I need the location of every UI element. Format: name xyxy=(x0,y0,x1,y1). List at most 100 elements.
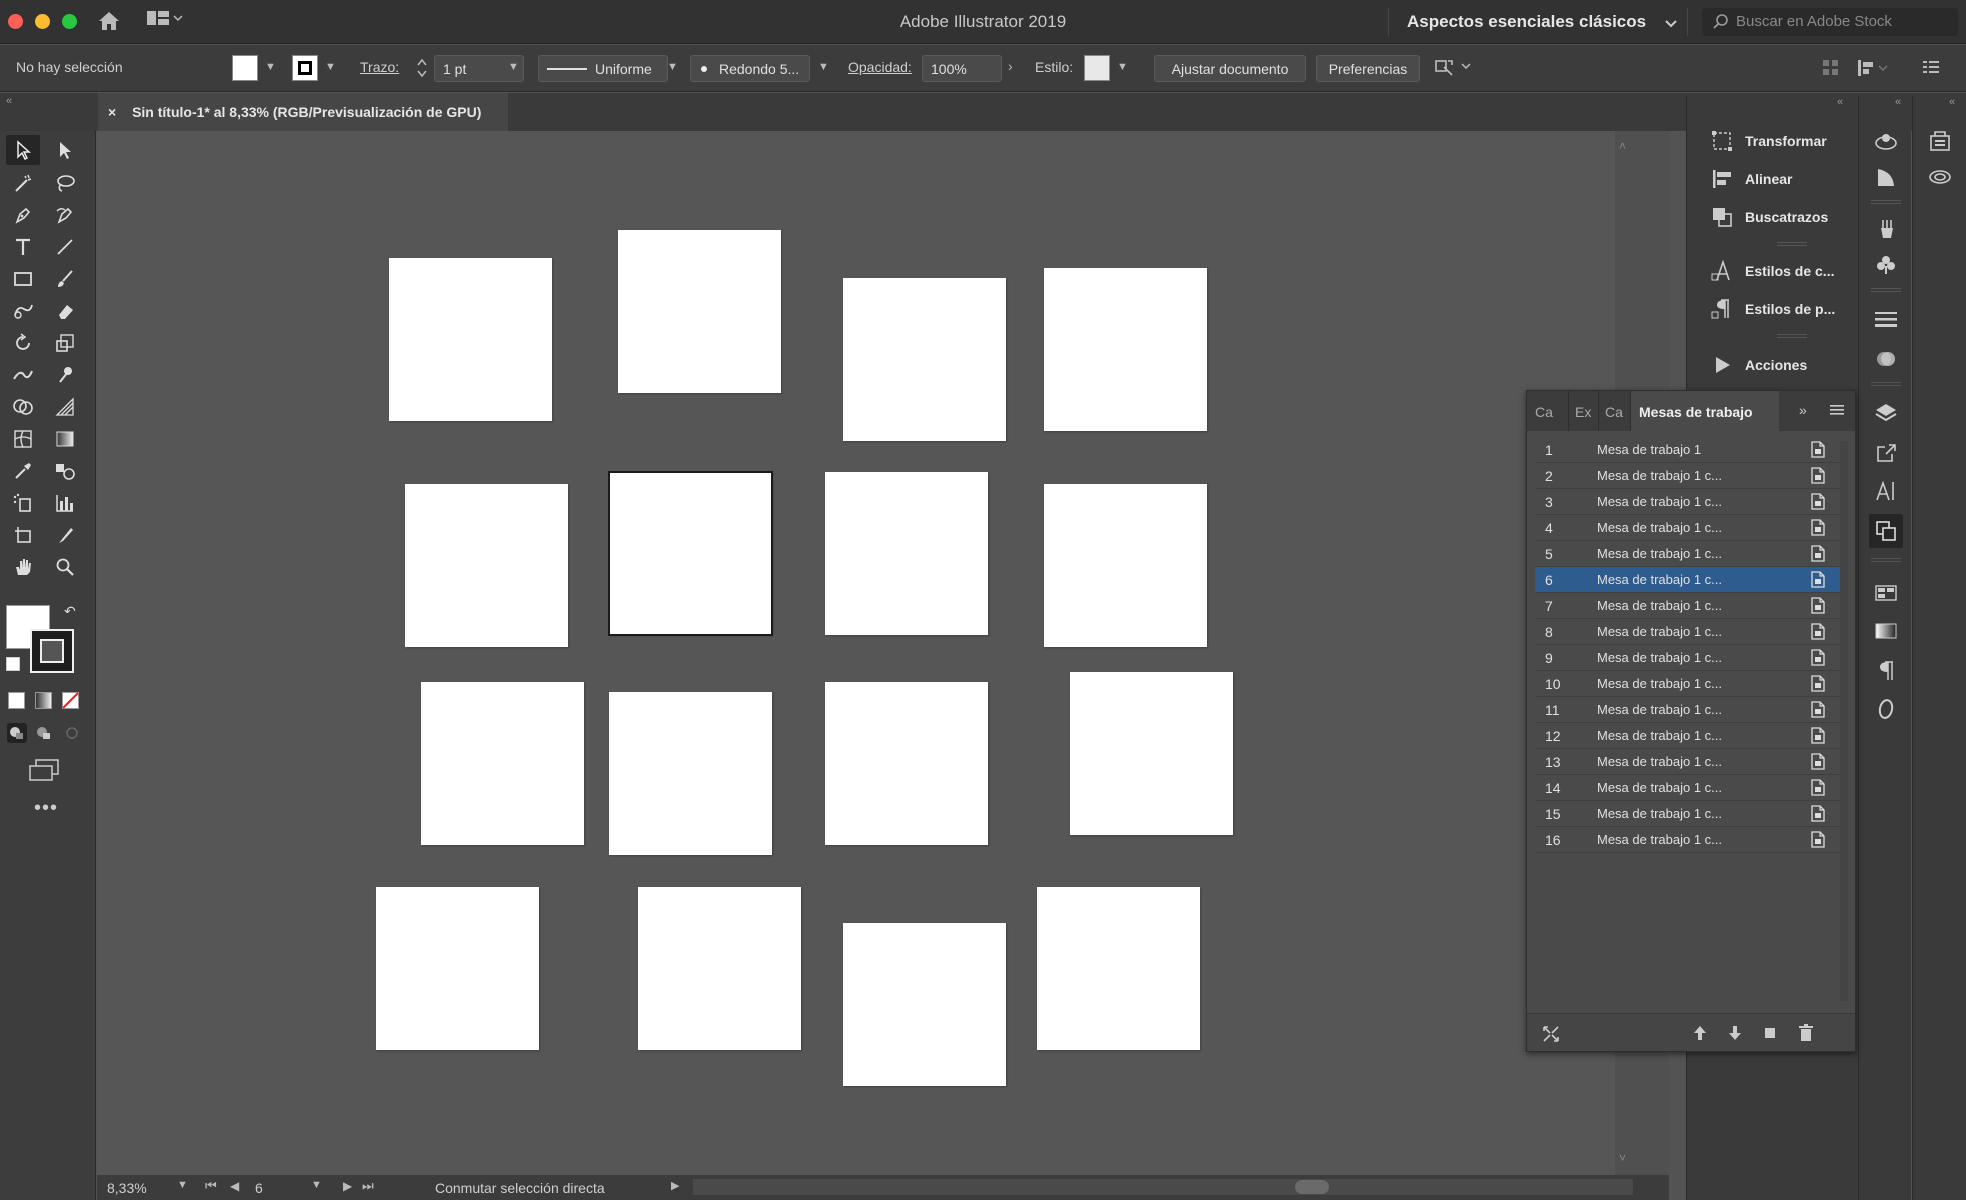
align-options-icon[interactable] xyxy=(1434,57,1474,82)
expand-panel-icon[interactable]: » xyxy=(1799,402,1807,418)
panel-menu-icon[interactable] xyxy=(1922,58,1940,79)
pathfinder-panel-button[interactable]: Buscatrazos xyxy=(1699,200,1854,234)
artboards-panel-icon[interactable] xyxy=(1869,514,1903,548)
artboard-row[interactable]: 14 Mesa de trabajo 1 c... xyxy=(1535,775,1847,801)
artboard-options-icon[interactable] xyxy=(1810,545,1826,565)
artboard[interactable] xyxy=(843,923,1006,1086)
slice-tool-icon[interactable] xyxy=(48,520,82,550)
screen-mode-icon[interactable] xyxy=(28,758,60,787)
selection-tool-icon[interactable] xyxy=(6,135,40,165)
artboard[interactable] xyxy=(618,230,781,393)
artboard-row[interactable]: 5 Mesa de trabajo 1 c... xyxy=(1535,541,1847,567)
artboard-row[interactable]: 9 Mesa de trabajo 1 c... xyxy=(1535,645,1847,671)
paintbrush-tool-icon[interactable] xyxy=(48,264,82,294)
artboard-name[interactable]: Mesa de trabajo 1 c... xyxy=(1597,754,1722,769)
puppet-warp-tool-icon[interactable] xyxy=(48,360,82,390)
eyedropper-tool-icon[interactable] xyxy=(6,456,40,486)
artboard[interactable] xyxy=(638,887,801,1050)
close-tab-icon[interactable]: × xyxy=(108,104,116,120)
scroll-thumb[interactable] xyxy=(1295,1180,1329,1194)
chevron-down-icon[interactable]: ▼ xyxy=(1117,61,1128,73)
artboard-options-icon[interactable] xyxy=(1810,727,1826,747)
scale-tool-icon[interactable] xyxy=(48,328,82,358)
artboard-row[interactable]: 4 Mesa de trabajo 1 c... xyxy=(1535,515,1847,541)
artboard-options-icon[interactable] xyxy=(1810,441,1826,461)
direct-selection-tool-icon[interactable] xyxy=(48,135,82,165)
last-artboard-icon[interactable]: ⏭ xyxy=(362,1178,374,1194)
artboard-name[interactable]: Mesa de trabajo 1 c... xyxy=(1597,468,1722,483)
chevron-down-icon[interactable]: ▼ xyxy=(311,1179,322,1191)
artboard-name[interactable]: Mesa de trabajo 1 c... xyxy=(1597,702,1722,717)
transparency-icon[interactable] xyxy=(1869,342,1903,376)
collapse-dock-icon[interactable]: « xyxy=(1949,96,1955,108)
chevron-down-icon[interactable]: ▼ xyxy=(265,61,276,73)
workspace-switcher[interactable]: Aspectos esenciales clásicos xyxy=(1388,8,1688,36)
artboard-row[interactable]: 15 Mesa de trabajo 1 c... xyxy=(1535,801,1847,827)
variable-width-profile[interactable]: Uniforme xyxy=(538,55,668,82)
graphic-style-swatch[interactable] xyxy=(1084,55,1110,81)
type-tool-icon[interactable] xyxy=(6,232,40,262)
none-mode-icon[interactable] xyxy=(62,692,79,709)
artboard[interactable] xyxy=(1044,268,1207,431)
status-menu-icon[interactable]: ▶ xyxy=(671,1179,679,1192)
artboard-name[interactable]: Mesa de trabajo 1 c... xyxy=(1597,780,1722,795)
artboard[interactable] xyxy=(825,682,988,845)
edit-toolbar-icon[interactable]: ••• xyxy=(34,797,58,820)
grid-arrange-icon[interactable] xyxy=(1822,59,1840,80)
artboard[interactable] xyxy=(825,472,988,635)
canvas[interactable]: ˄ ˅ xyxy=(97,131,1669,1175)
artboard[interactable] xyxy=(1044,484,1207,647)
rearrange-artboards-icon[interactable] xyxy=(1541,1024,1561,1049)
character-styles-panel-button[interactable]: Estilos de c... xyxy=(1699,254,1854,288)
artboard-row[interactable]: 12 Mesa de trabajo 1 c... xyxy=(1535,723,1847,749)
first-artboard-icon[interactable]: ⏮ xyxy=(205,1178,221,1194)
eraser-tool-icon[interactable] xyxy=(48,296,82,326)
artboard-row[interactable]: 16 Mesa de trabajo 1 c... xyxy=(1535,827,1847,853)
move-down-icon[interactable] xyxy=(1726,1024,1744,1047)
artboard-name[interactable]: Mesa de trabajo 1 c... xyxy=(1597,728,1722,743)
chevron-down-icon[interactable]: ▼ xyxy=(325,61,336,73)
artboard-options-icon[interactable] xyxy=(1810,623,1826,643)
tab-ca[interactable]: Ca xyxy=(1599,391,1631,431)
actions-panel-button[interactable]: Acciones xyxy=(1699,348,1854,382)
artboard-name[interactable]: Mesa de trabajo 1 c... xyxy=(1597,572,1722,587)
layers-icon[interactable] xyxy=(1869,396,1903,430)
artboard-name[interactable]: Mesa de trabajo 1 c... xyxy=(1597,676,1722,691)
artboard-options-icon[interactable] xyxy=(1810,519,1826,539)
swap-fill-stroke-icon[interactable]: ↶ xyxy=(64,603,76,620)
line-segment-tool-icon[interactable] xyxy=(48,232,82,262)
distribute-icon[interactable] xyxy=(1856,58,1890,81)
artboard-options-icon[interactable] xyxy=(1810,779,1826,799)
opentype-icon[interactable] xyxy=(1869,692,1903,726)
chevron-down-icon[interactable]: ▼ xyxy=(818,61,829,73)
gradient-panel-icon[interactable] xyxy=(1869,614,1903,648)
transform-panel-button[interactable]: Transformar xyxy=(1699,124,1854,158)
tab-export[interactable]: Ex xyxy=(1569,391,1599,431)
artboard-options-icon[interactable] xyxy=(1810,571,1826,591)
artboard[interactable] xyxy=(389,258,552,421)
artboard-options-icon[interactable] xyxy=(1810,701,1826,721)
properties-icon[interactable] xyxy=(1923,124,1957,158)
artboard-row[interactable]: 13 Mesa de trabajo 1 c... xyxy=(1535,749,1847,775)
chevron-right-icon[interactable]: › xyxy=(1008,58,1013,74)
stroke-weight-stepper-icon[interactable] xyxy=(416,56,428,83)
perspective-grid-tool-icon[interactable] xyxy=(48,392,82,422)
artboard-options-icon[interactable] xyxy=(1810,649,1826,669)
artboard-row[interactable]: 8 Mesa de trabajo 1 c... xyxy=(1535,619,1847,645)
pen-tool-icon[interactable] xyxy=(6,200,40,230)
artboard-name[interactable]: Mesa de trabajo 1 c... xyxy=(1597,832,1722,847)
artboard-options-icon[interactable] xyxy=(1810,467,1826,487)
artboard-options-icon[interactable] xyxy=(1810,753,1826,773)
magic-wand-tool-icon[interactable] xyxy=(6,168,40,198)
hand-tool-icon[interactable] xyxy=(6,552,40,582)
scroll-up-icon[interactable]: ˄ xyxy=(1619,139,1626,153)
symbol-sprayer-tool-icon[interactable] xyxy=(6,488,40,518)
stroke-icon[interactable] xyxy=(1869,302,1903,336)
trash-icon[interactable] xyxy=(1797,1024,1815,1047)
draw-inside-icon[interactable] xyxy=(62,723,82,748)
artboard-tool-icon[interactable] xyxy=(6,520,40,550)
document-tab[interactable]: × Sin título-1* al 8,33% (RGB/Previsuali… xyxy=(98,93,508,131)
artboard-row[interactable]: 11 Mesa de trabajo 1 c... xyxy=(1535,697,1847,723)
artboard-options-icon[interactable] xyxy=(1810,805,1826,825)
character-icon[interactable] xyxy=(1869,474,1903,508)
